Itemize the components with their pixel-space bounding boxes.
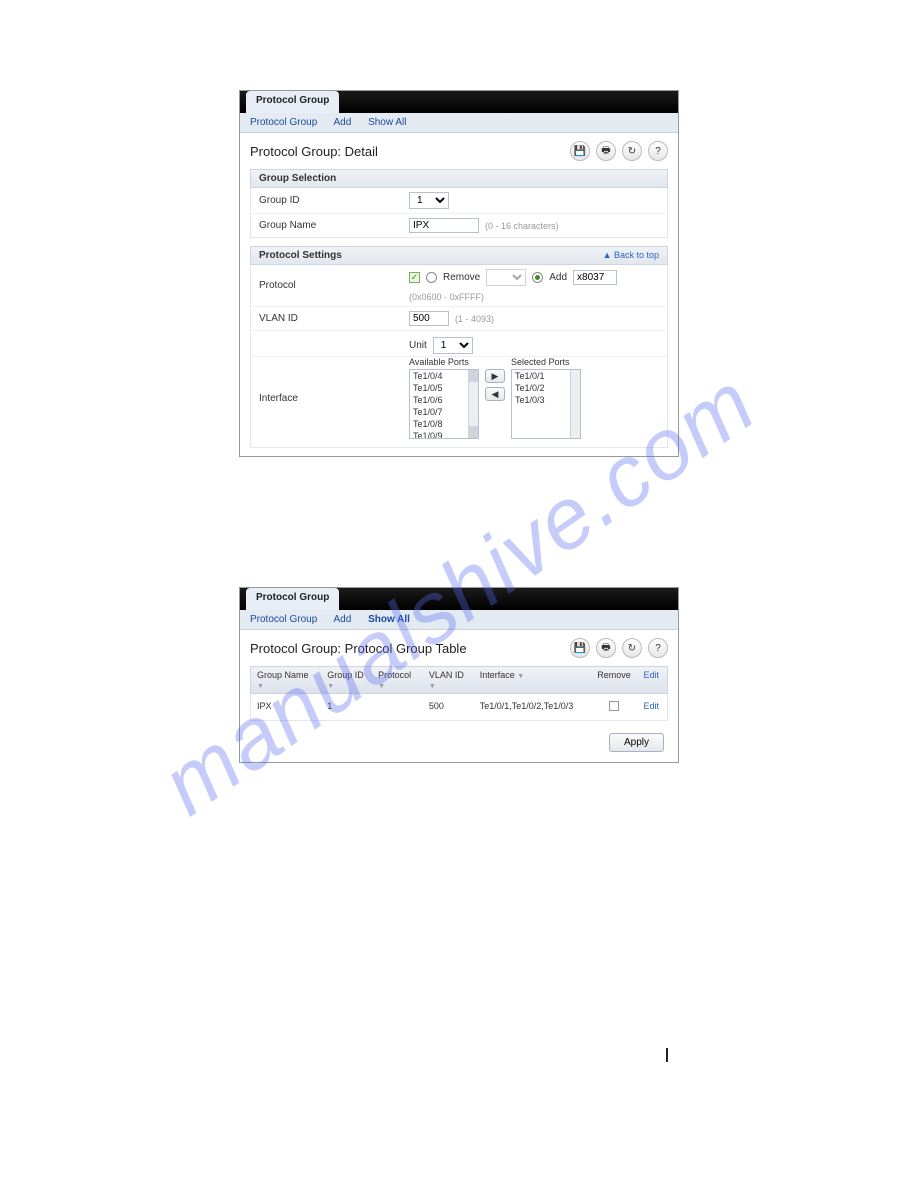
group-id-select[interactable]: 1 xyxy=(409,192,449,209)
cell-group-id: 1 xyxy=(321,698,372,716)
table-header: Group Name ▼ Group ID ▼ Protocol ▼ VLAN … xyxy=(250,666,668,694)
protocol-group-table-panel: Protocol Group Protocol Group Add Show A… xyxy=(239,587,679,763)
page-title: Protocol Group: Protocol Group Table xyxy=(250,641,467,656)
cell-edit-link[interactable]: Edit xyxy=(638,698,667,716)
unit-label: Unit xyxy=(409,340,427,351)
tab-protocol-group[interactable]: Protocol Group xyxy=(246,91,339,113)
save-icon[interactable]: 💾 xyxy=(570,638,590,658)
protocol-checkbox[interactable]: ✓ xyxy=(409,272,420,283)
col-vlan-id[interactable]: VLAN ID ▼ xyxy=(423,667,474,693)
subnav-show-all[interactable]: Show All xyxy=(368,614,410,625)
group-selection-header: Group Selection xyxy=(250,169,668,188)
page-marker xyxy=(666,1048,668,1062)
move-left-button[interactable]: ◀ xyxy=(485,387,505,401)
help-icon[interactable]: ? xyxy=(648,141,668,161)
selected-ports-list[interactable]: Te1/0/1 Te1/0/2 Te1/0/3 xyxy=(511,369,581,439)
cell-remove[interactable] xyxy=(591,698,638,716)
add-radio[interactable] xyxy=(532,272,543,283)
subnav-show-all[interactable]: Show All xyxy=(368,117,406,128)
remove-select[interactable] xyxy=(486,269,526,286)
add-hint: (0x0600 - 0xFFFF) xyxy=(409,292,484,302)
subnav-add[interactable]: Add xyxy=(334,614,352,625)
subnav-add[interactable]: Add xyxy=(334,117,352,128)
col-group-id[interactable]: Group ID ▼ xyxy=(321,667,372,693)
selected-ports-label: Selected Ports xyxy=(511,357,581,367)
tab-strip: Protocol Group xyxy=(240,91,678,113)
page-title: Protocol Group: Detail xyxy=(250,144,378,159)
col-interface[interactable]: Interface ▼ xyxy=(474,667,591,693)
vlan-hint: (1 - 4093) xyxy=(455,314,494,324)
col-group-name[interactable]: Group Name ▼ xyxy=(251,667,321,693)
print-icon[interactable]: 🖶 xyxy=(596,638,616,658)
table-body: IPX 1 500 Te1/0/1,Te1/0/2,Te1/0/3 Edit xyxy=(250,694,668,721)
col-edit: Edit xyxy=(638,667,667,693)
table-row: IPX 1 500 Te1/0/1,Te1/0/2,Te1/0/3 Edit xyxy=(251,694,667,720)
interface-label: Interface xyxy=(259,393,298,404)
subnav: Protocol Group Add Show All xyxy=(240,610,678,630)
col-protocol[interactable]: Protocol ▼ xyxy=(372,667,423,693)
protocol-settings-header: Protocol Settings ▲ Back to top xyxy=(250,246,668,265)
group-name-input[interactable] xyxy=(409,218,479,233)
apply-button[interactable]: Apply xyxy=(609,733,664,752)
cell-group-name: IPX xyxy=(251,698,321,716)
vlan-id-input[interactable] xyxy=(409,311,449,326)
save-icon[interactable]: 💾 xyxy=(570,141,590,161)
cell-interface: Te1/0/1,Te1/0/2,Te1/0/3 xyxy=(474,698,591,716)
refresh-icon[interactable]: ↻ xyxy=(622,141,642,161)
tab-strip: Protocol Group xyxy=(240,588,678,610)
remove-label: Remove xyxy=(443,272,480,283)
back-to-top-link[interactable]: ▲ Back to top xyxy=(603,250,659,260)
subnav-protocol-group[interactable]: Protocol Group xyxy=(250,614,317,625)
refresh-icon[interactable]: ↻ xyxy=(622,638,642,658)
move-right-button[interactable]: ▶ xyxy=(485,369,505,383)
remove-radio[interactable] xyxy=(426,272,437,283)
cell-vlan: 500 xyxy=(423,698,474,716)
vlan-id-label: VLAN ID xyxy=(259,313,409,324)
group-name-label: Group Name xyxy=(259,220,409,231)
col-remove: Remove xyxy=(591,667,638,693)
protocol-group-detail-panel: Protocol Group Protocol Group Add Show A… xyxy=(239,90,679,457)
subnav: Protocol Group Add Show All xyxy=(240,113,678,133)
subnav-protocol-group[interactable]: Protocol Group xyxy=(250,117,317,128)
available-ports-label: Available Ports xyxy=(409,357,479,367)
help-icon[interactable]: ? xyxy=(648,638,668,658)
group-id-label: Group ID xyxy=(259,195,409,206)
cell-protocol xyxy=(372,698,423,716)
add-value-input[interactable] xyxy=(573,270,617,285)
group-name-hint: (0 - 16 characters) xyxy=(485,221,559,231)
add-label: Add xyxy=(549,272,567,283)
unit-select[interactable]: 1 xyxy=(433,337,473,354)
print-icon[interactable]: 🖶 xyxy=(596,141,616,161)
protocol-label: Protocol xyxy=(259,280,409,291)
available-ports-list[interactable]: Te1/0/4 Te1/0/5 Te1/0/6 Te1/0/7 Te1/0/8 … xyxy=(409,369,479,439)
tab-protocol-group[interactable]: Protocol Group xyxy=(246,588,339,610)
